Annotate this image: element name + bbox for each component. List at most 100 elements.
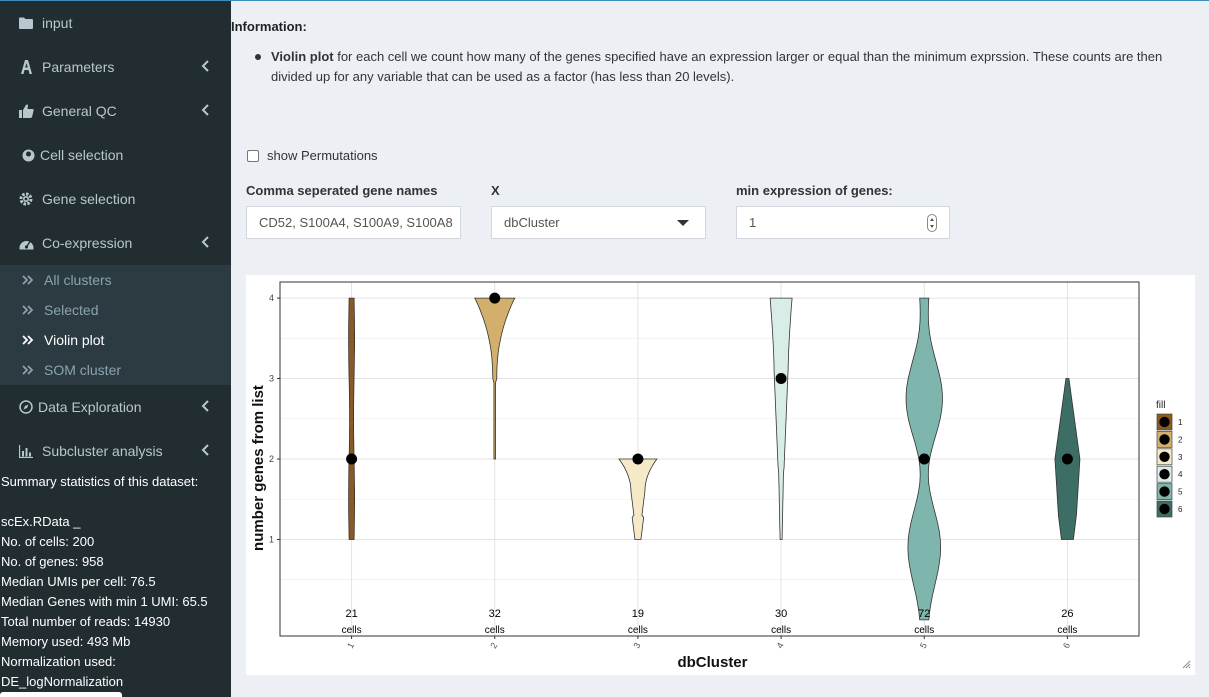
sidebar-item-label: Co-expression	[42, 235, 133, 251]
median-point-5	[918, 453, 930, 465]
legend-point	[1159, 469, 1170, 480]
legend-label: 5	[1178, 488, 1183, 497]
double-angle-right-icon	[22, 275, 34, 285]
resize-handle-icon[interactable]	[1181, 659, 1191, 669]
show-permutations-label: show Permutations	[267, 148, 378, 163]
sidebar-item-subcluster-analysis[interactable]: Subcluster analysis	[0, 429, 231, 473]
double-angle-right-icon	[22, 335, 34, 345]
info-bold: Violin plot	[271, 49, 334, 64]
gene-names-input[interactable]: CD52, S100A4, S100A9, S100A8	[246, 206, 461, 239]
chevron-left-icon	[201, 104, 209, 116]
submenu-item-som-cluster[interactable]: SOM cluster	[0, 355, 231, 385]
gene-names-value: CD52, S100A4, S100A9, S100A8	[259, 215, 453, 230]
cell-word-label: cells	[1057, 625, 1077, 636]
stats-line: Median UMIs per cell: 76.5	[1, 574, 156, 589]
sidebar-item-label: General QC	[42, 103, 117, 119]
gene-names-label: Comma seperated gene names	[246, 183, 438, 198]
legend-label: 6	[1178, 505, 1183, 514]
legend-point	[1159, 416, 1170, 428]
bar-chart-icon	[18, 443, 34, 459]
sidebar-item-general-qc[interactable]: General QC	[0, 89, 231, 133]
x-select[interactable]: dbCluster	[491, 206, 706, 239]
x-select-value: dbCluster	[504, 215, 560, 230]
submenu-item-selected[interactable]: Selected	[0, 295, 231, 325]
compass-icon	[18, 399, 34, 415]
checkbox-box[interactable]	[247, 149, 259, 162]
main-content: Information: Violin plot for each cell w…	[231, 1, 1209, 697]
sidebar-item-cell-selection[interactable]: Cell selection	[0, 133, 231, 177]
cell-count-label: 21	[345, 608, 357, 620]
legend-label: 1	[1178, 418, 1183, 427]
folder-icon	[18, 15, 34, 31]
stats-line: Total number of reads: 14930	[1, 614, 171, 629]
cell-count-label: 26	[1061, 608, 1073, 620]
sidebar-item-label: Parameters	[42, 59, 115, 75]
min-expression-value: 1	[749, 215, 757, 230]
y-tick-label: 1	[269, 534, 274, 544]
x-axis-title: dbCluster	[677, 654, 747, 671]
min-expression-input[interactable]: 1	[736, 206, 950, 239]
x-tick-label: 6	[1061, 641, 1072, 650]
x-tick-label: 4	[775, 641, 786, 650]
submenu-item-all-clusters[interactable]: All clusters	[0, 265, 231, 295]
sidebar-item-input[interactable]: input	[0, 1, 231, 45]
cell-word-label: cells	[628, 625, 648, 636]
cell-count-label: 32	[489, 608, 501, 620]
cell-word-label: cells	[771, 625, 791, 636]
dashboard-icon	[18, 235, 34, 251]
stats-line: No. of cells: 200	[1, 534, 95, 549]
chevron-left-icon	[201, 444, 209, 456]
legend-point	[1159, 451, 1170, 462]
violin-1	[348, 297, 355, 540]
sidebar-item-co-expression[interactable]: Co-expression	[0, 221, 231, 265]
legend-label: 2	[1178, 435, 1183, 444]
sidebar-item-data-exploration[interactable]: Data Exploration	[0, 385, 231, 429]
stats-line: scEx.RData _	[1, 514, 81, 529]
spinner-icon[interactable]	[927, 214, 937, 232]
cell-count-label: 72	[918, 608, 930, 620]
sliders-icon	[18, 59, 34, 75]
min-expression-label: min expression of genes:	[736, 183, 893, 198]
sidebar-bottom-tab	[0, 692, 122, 697]
median-point-6	[1061, 453, 1073, 465]
chevron-left-icon	[201, 60, 209, 72]
y-tick-label: 2	[269, 454, 274, 464]
sidebar-item-label: Subcluster analysis	[42, 443, 163, 459]
info-title: Information:	[231, 19, 307, 34]
stats-line: Normalization used:	[1, 654, 116, 669]
bullet-icon	[255, 54, 261, 60]
chevron-left-icon	[201, 400, 209, 412]
stats-line: No. of genes: 958	[1, 554, 104, 569]
info-text: Violin plot for each cell we count how m…	[271, 47, 1201, 87]
cell-word-label: cells	[914, 625, 934, 636]
sidebar-item-label: Gene selection	[42, 191, 136, 207]
legend-title: fill	[1156, 400, 1165, 411]
thumbs-up-icon	[18, 103, 34, 119]
median-point-1	[346, 453, 358, 465]
legend-point	[1159, 486, 1170, 497]
double-angle-right-icon	[22, 365, 34, 375]
median-point-2	[489, 292, 501, 304]
sidebar: input Parameters General QC Cell selecti…	[0, 1, 231, 697]
summary-statistics: Summary statistics of this dataset: scEx…	[1, 472, 208, 692]
circle-icon	[20, 147, 36, 163]
y-tick-label: 4	[269, 293, 274, 303]
show-permutations-checkbox[interactable]: show Permutations	[247, 148, 378, 163]
x-tick-label: 3	[631, 641, 642, 650]
sidebar-item-label: input	[42, 15, 73, 31]
sidebar-item-label: Cell selection	[40, 147, 124, 163]
legend-label: 4	[1178, 470, 1183, 479]
stats-title: Summary statistics of this dataset:	[1, 474, 199, 489]
co-expression-submenu: All clusters Selected Violin plot SOM cl…	[0, 265, 231, 385]
sidebar-item-parameters[interactable]: Parameters	[0, 45, 231, 89]
submenu-item-label: Violin plot	[44, 332, 105, 348]
legend-label: 3	[1178, 453, 1183, 462]
sidebar-item-label: Data Exploration	[38, 399, 142, 415]
submenu-item-violin-plot[interactable]: Violin plot	[0, 325, 231, 355]
sidebar-item-gene-selection[interactable]: Gene selection	[0, 177, 231, 221]
violin-plot-svg: 21cells132cells219cells330cells472cells5…	[250, 281, 1183, 671]
caret-down-icon	[677, 220, 689, 226]
stats-line: Memory used: 493 Mb	[1, 634, 131, 649]
submenu-item-label: All clusters	[44, 272, 112, 288]
cell-count-label: 30	[775, 608, 787, 620]
